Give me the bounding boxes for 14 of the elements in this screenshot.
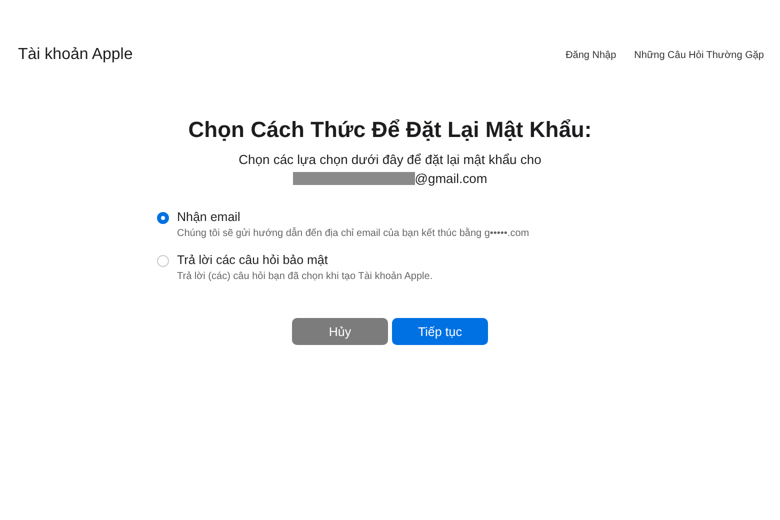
- option-label[interactable]: Trả lời các câu hỏi bảo mật: [177, 253, 433, 267]
- option-description: Trả lời (các) câu hỏi bạn đã chọn khi tạo Tài khoản Apple.: [177, 271, 433, 282]
- email-address: @gmail.com: [414, 171, 488, 186]
- nav-link[interactable]: Đăng Nhập: [566, 50, 616, 60]
- option-label[interactable]: Nhận email: [177, 210, 530, 224]
- brand-title: Tài khoản Apple: [18, 46, 133, 64]
- radio-button[interactable]: [157, 212, 169, 224]
- cancel-button[interactable]: Hủy: [292, 318, 388, 345]
- continue-button[interactable]: Tiếp tục: [392, 318, 488, 345]
- option-description: Chúng tôi sẽ gửi hướng dẫn đến địa chỉ email của bạn kết thúc bằng g•••••.com: [177, 228, 530, 239]
- radio-button[interactable]: [157, 255, 169, 267]
- page-heading: Chọn Cách Thức Để Đặt Lại Mật Khẩu:: [188, 117, 592, 143]
- nav-link[interactable]: Những Câu Hỏi Thường Gặp: [634, 50, 764, 60]
- subtitle: Chọn các lựa chọn dưới đây để đặt lại mật khẩu cho: [238, 152, 542, 167]
